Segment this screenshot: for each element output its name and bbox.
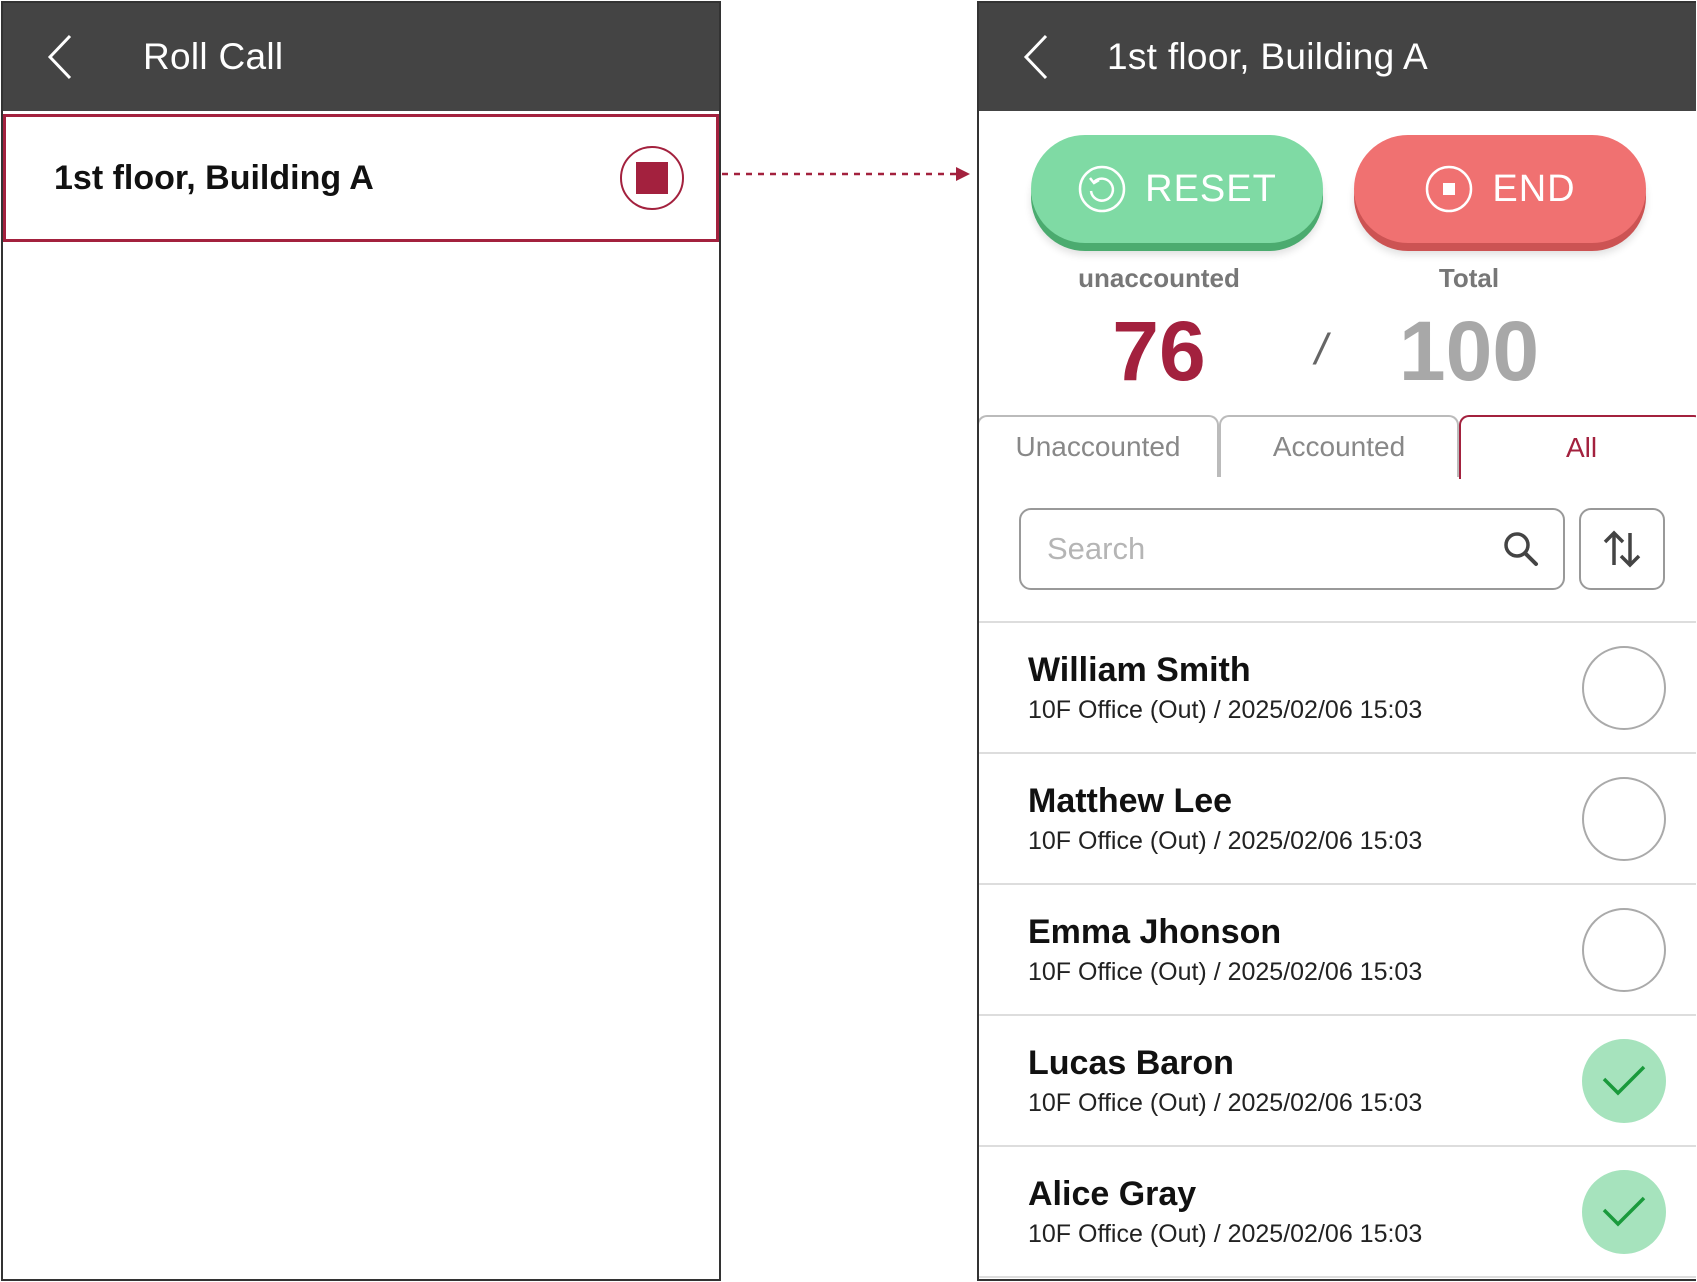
- status-toggle[interactable]: [1582, 645, 1666, 730]
- person-name: Matthew Lee: [1028, 781, 1233, 820]
- person-name: Alice Gray: [1028, 1174, 1197, 1213]
- total-label: Total: [1438, 263, 1500, 293]
- list-item[interactable]: Lucas Baron 10F Office (Out) / 2025/02/0…: [979, 1016, 1696, 1147]
- search-input[interactable]: [1047, 531, 1447, 567]
- back-icon: [47, 34, 72, 80]
- person-name: Lucas Baron: [1028, 1043, 1234, 1082]
- total-count: 100: [1398, 304, 1540, 398]
- flow-arrow: [722, 167, 970, 181]
- person-detail: 10F Office (Out) / 2025/02/06 15:03: [1028, 957, 1423, 986]
- sort-icon: [1603, 530, 1641, 568]
- stop-button[interactable]: [620, 146, 684, 210]
- list-item[interactable]: Matthew Lee 10F Office (Out) / 2025/02/0…: [979, 754, 1696, 885]
- back-button[interactable]: [1001, 22, 1071, 92]
- reset-label: RESET: [1145, 167, 1277, 210]
- unaccounted-label: unaccounted: [1078, 263, 1240, 293]
- tab-accounted[interactable]: Accounted: [1219, 415, 1459, 477]
- person-detail: 10F Office (Out) / 2025/02/06 15:03: [1028, 826, 1423, 855]
- page-title: 1st floor, Building A: [1107, 36, 1428, 77]
- status-toggle[interactable]: [1582, 1169, 1666, 1254]
- app-bar: Roll Call: [3, 3, 719, 111]
- stage: Roll Call 1st floor, Building A 1st floo…: [0, 0, 1697, 1282]
- person-detail: 10F Office (Out) / 2025/02/06 15:03: [1028, 1088, 1423, 1117]
- end-icon: [1424, 164, 1474, 214]
- back-button[interactable]: [25, 22, 95, 92]
- roll-call-stats: unaccounted Total 76 / 100: [979, 263, 1696, 398]
- search-box: [1019, 508, 1565, 590]
- roll-call-screen: Roll Call 1st floor, Building A: [1, 1, 721, 1281]
- person-detail: 10F Office (Out) / 2025/02/06 15:03: [1028, 1219, 1423, 1248]
- app-bar: 1st floor, Building A: [979, 3, 1696, 111]
- person-name: William Smith: [1028, 650, 1251, 689]
- filter-tabs: Unaccounted Accounted All: [979, 415, 1696, 479]
- roll-call-detail-screen: 1st floor, Building A RESET END unaccoun…: [977, 1, 1696, 1281]
- person-list: William Smith 10F Office (Out) / 2025/02…: [979, 623, 1696, 1278]
- tab-all[interactable]: All: [1459, 415, 1696, 479]
- search-row: [979, 477, 1696, 623]
- sort-button[interactable]: [1579, 508, 1665, 590]
- page-title: Roll Call: [143, 36, 284, 77]
- end-button[interactable]: END: [1354, 135, 1646, 243]
- tab-unaccounted[interactable]: Unaccounted: [979, 415, 1219, 477]
- roll-call-item[interactable]: 1st floor, Building A: [3, 114, 719, 242]
- search-icon[interactable]: [1501, 529, 1541, 569]
- person-name: Emma Jhonson: [1028, 912, 1282, 951]
- person-detail: 10F Office (Out) / 2025/02/06 15:03: [1028, 695, 1423, 724]
- stats-separator: /: [1315, 325, 1328, 374]
- unaccounted-count: 76: [1112, 304, 1206, 398]
- back-icon: [1023, 34, 1048, 80]
- list-item[interactable]: Emma Jhonson 10F Office (Out) / 2025/02/…: [979, 885, 1696, 1016]
- end-label: END: [1492, 167, 1576, 210]
- action-buttons: RESET END: [979, 111, 1696, 243]
- status-toggle[interactable]: [1582, 1038, 1666, 1123]
- status-toggle[interactable]: [1582, 907, 1666, 992]
- check-icon: [1602, 1065, 1646, 1095]
- check-icon: [1602, 1196, 1646, 1226]
- reset-icon: [1077, 164, 1127, 214]
- list-item[interactable]: Alice Gray 10F Office (Out) / 2025/02/06…: [979, 1147, 1696, 1278]
- reset-button[interactable]: RESET: [1031, 135, 1323, 243]
- list-item[interactable]: William Smith 10F Office (Out) / 2025/02…: [979, 623, 1696, 754]
- roll-call-item-label: 1st floor, Building A: [54, 158, 374, 197]
- status-toggle[interactable]: [1582, 776, 1666, 861]
- stop-icon: [636, 162, 668, 194]
